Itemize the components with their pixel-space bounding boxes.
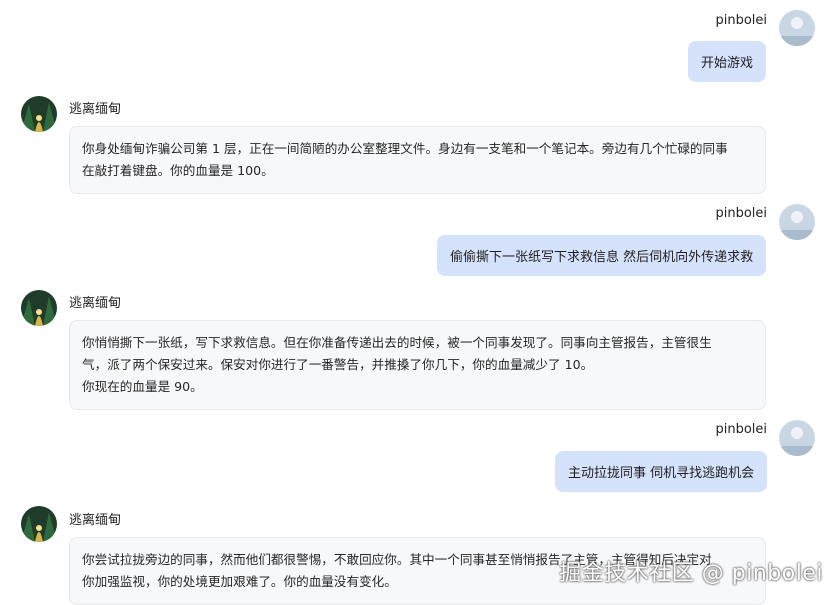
bot-message-bubble: 你悄悄撕下一张纸，写下求救信息。但在你准备传递出去的时候，被一个同事发现了。同事…: [69, 320, 766, 410]
bot-name: 逃离缅甸: [69, 296, 122, 311]
user-message-bubble: 偷偷撕下一张纸写下求救信息 然后伺机向外传递求救: [437, 235, 767, 276]
bot-message-line: 在敲打着键盘。你的血量是 100。: [82, 163, 274, 178]
user-avatar: [779, 420, 815, 456]
user-message-text: 主动拉拢同事 伺机寻找逃跑机会: [568, 466, 755, 481]
bot-avatar: [21, 506, 57, 542]
user-avatar: [779, 204, 815, 240]
bot-message-line: 你身处缅甸诈骗公司第 1 层，正在一间简陋的办公室整理文件。身边有一支笔和一个笔…: [82, 141, 728, 156]
bot-message-line: 你现在的血量是 90。: [82, 379, 203, 394]
bot-message-line: 你悄悄撕下一张纸，写下求救信息。但在你准备传递出去的时候，被一个同事发现了。同事…: [82, 335, 712, 350]
user-message-text: 开始游戏: [701, 56, 754, 71]
bot-avatar: [21, 290, 57, 326]
user-name: pinbolei: [715, 13, 767, 28]
bot-message-line: 气，派了两个保安过来。保安对你进行了一番警告，并推搡了你几下，你的血量减少了 1…: [82, 357, 594, 372]
bot-avatar: [21, 96, 57, 132]
watermark: 掘金技术社区 @ pinbolei: [559, 561, 823, 586]
bot-message-bubble: 你身处缅甸诈骗公司第 1 层，正在一间简陋的办公室整理文件。身边有一支笔和一个笔…: [69, 126, 766, 194]
user-name: pinbolei: [715, 206, 767, 221]
bot-name: 逃离缅甸: [69, 102, 122, 117]
user-message-bubble: 主动拉拢同事 伺机寻找逃跑机会: [555, 451, 768, 492]
user-message-text: 偷偷撕下一张纸写下求救信息 然后伺机向外传递求救: [450, 250, 754, 265]
user-message-bubble: 开始游戏: [688, 41, 767, 82]
user-name: pinbolei: [715, 422, 767, 437]
bot-name: 逃离缅甸: [69, 513, 122, 528]
user-avatar: [779, 10, 815, 46]
